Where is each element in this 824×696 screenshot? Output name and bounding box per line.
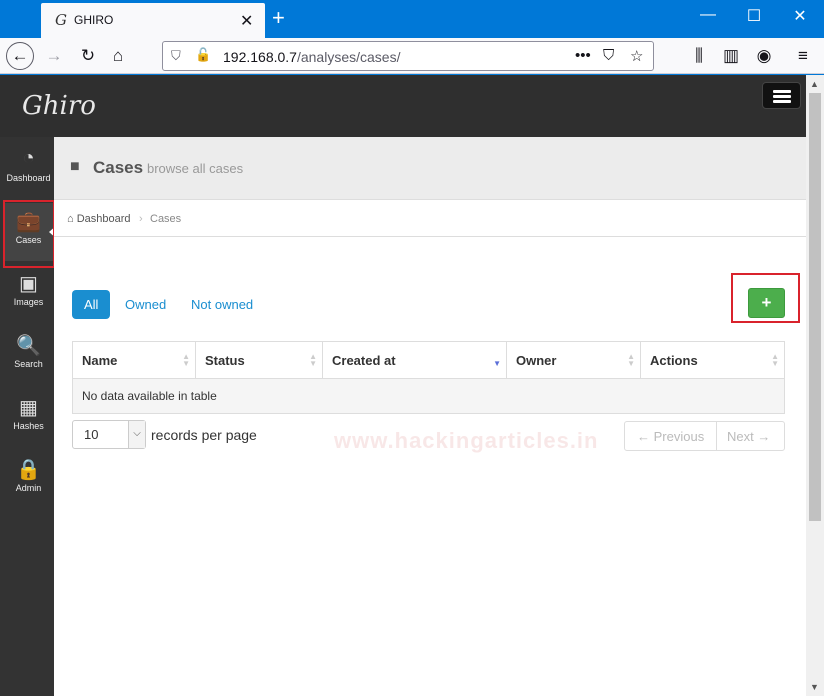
tab-close-icon[interactable]: ✕ (240, 11, 253, 31)
hamburger-line (773, 95, 791, 98)
page-subtitle: browse all cases (147, 161, 244, 176)
sort-icon: ▲ ▼ (309, 352, 317, 368)
reload-icon[interactable]: ↻ (74, 42, 102, 70)
browser-navbar: ← → ↻ ⌂ ⛉ 🔓 192.168.0.7/analyses/cases/ … (0, 38, 824, 74)
breadcrumb-home-label: Dashboard (76, 213, 131, 225)
highlight-box-cases (3, 200, 55, 268)
page-scrollbar[interactable]: ▲ ▼ (806, 75, 824, 696)
window-close-icon[interactable]: ✕ (785, 6, 815, 26)
sidebar-item-admin[interactable]: 🔒 Admin (4, 451, 53, 509)
sidebar-item-label: Hashes (13, 421, 44, 431)
records-per-page-value: 10 (84, 427, 99, 442)
bookmark-star-icon[interactable]: ☆ (630, 47, 643, 65)
page-title: Cases (93, 158, 144, 177)
hamburger-line (773, 100, 791, 103)
url-text[interactable]: 192.168.0.7/analyses/cases/ (223, 49, 400, 65)
next-page-button[interactable]: Next → (727, 429, 770, 444)
new-tab-icon[interactable]: + (272, 5, 285, 31)
column-header-label: Owner (516, 352, 557, 368)
column-header-label: Name (82, 352, 118, 368)
column-header-label: Status (205, 352, 245, 368)
tracking-shield-icon[interactable]: ⛉ (171, 48, 181, 64)
pocket-icon[interactable]: ⛉ (603, 47, 614, 64)
table-header-row: Name ▲ ▼ Status ▲ ▼ Created at ▼ Owner ▲ ▼ Act… (72, 341, 785, 379)
sort-icon: ▲ ▼ (182, 352, 190, 368)
lock-icon: 🔒 (16, 459, 41, 481)
breadcrumb: ⌂ Dashboard › Cases (54, 201, 806, 237)
menu-icon[interactable]: ≡ (789, 42, 817, 70)
main-content: ■ Cases browse all cases ⌂ Dashboard › C… (54, 137, 806, 696)
ghiro-logo[interactable]: Ghiro (22, 91, 96, 121)
scroll-up-icon[interactable]: ▲ (810, 79, 819, 89)
column-header-label: Created at (332, 352, 396, 368)
column-header-actions[interactable]: Actions ▲ ▼ (640, 341, 785, 379)
sidebar-item-label: Images (13, 297, 44, 307)
insecure-lock-icon[interactable]: 🔓 (195, 47, 211, 63)
url-bar[interactable]: ⛉ 🔓 192.168.0.7/analyses/cases/ ••• ⛉ ☆ (162, 41, 654, 71)
page-actions-icon[interactable]: ••• (575, 47, 591, 64)
browser-titlebar: G GHIRO ✕ + — ☐ ✕ (0, 0, 824, 38)
pagination: ← Previous Next → (624, 421, 785, 451)
sidebar-toggle-icon[interactable]: ▥ (717, 42, 745, 70)
url-host: 192.168.0.7 (223, 49, 297, 65)
breadcrumb-current: Cases (150, 213, 182, 225)
table-row: No data available in table (72, 378, 785, 414)
filter-all[interactable]: All (72, 290, 111, 319)
highlight-box-add (731, 273, 800, 323)
forward-icon[interactable]: → (40, 42, 68, 70)
home-icon: ⌂ (67, 213, 77, 225)
sidebar-item-hashes[interactable]: ▦ Hashes (4, 389, 53, 447)
sidebar-item-images[interactable]: ▣ Images (4, 265, 53, 323)
filter-not-owned[interactable]: Not owned (179, 290, 265, 319)
scrollbar-thumb[interactable] (809, 93, 821, 521)
web-page: Ghiro ◔ Dashboard 💼 Cases ▣ Images 🔍 Sea… (0, 75, 806, 696)
sidebar-item-label: Dashboard (6, 173, 51, 183)
sidebar-item-dashboard[interactable]: ◔ Dashboard (4, 141, 53, 199)
breadcrumb-home[interactable]: ⌂ Dashboard (67, 213, 131, 225)
account-icon[interactable]: ◉ (750, 42, 778, 70)
scroll-down-icon[interactable]: ▼ (810, 682, 819, 692)
pagination-divider (716, 422, 717, 450)
ghiro-favicon-icon: G (55, 11, 67, 29)
watermark: www.hackingarticles.in (334, 428, 599, 453)
table-icon: ▦ (19, 397, 38, 419)
breadcrumb-separator: › (139, 213, 143, 225)
url-path: /analyses/cases/ (296, 49, 401, 65)
sidebar-item-label: Search (14, 359, 43, 369)
dashboard-icon: ◔ (22, 147, 35, 169)
records-per-page-select[interactable]: 10 ⌵ (72, 420, 146, 449)
sort-icon: ▲ ▼ (627, 352, 635, 368)
hamburger-menu-button[interactable] (762, 82, 801, 109)
back-icon[interactable]: ← (6, 42, 34, 70)
picture-icon: ▣ (19, 273, 38, 295)
sidebar-item-search[interactable]: 🔍 Search (4, 327, 53, 385)
sidebar-item-label: Admin (15, 483, 42, 493)
chevron-down-icon: ⌵ (128, 421, 145, 448)
briefcase-icon: ■ (70, 158, 80, 175)
column-header-owner[interactable]: Owner ▲ ▼ (506, 341, 641, 379)
column-header-status[interactable]: Status ▲ ▼ (195, 341, 323, 379)
home-icon[interactable]: ⌂ (104, 42, 132, 70)
minimize-icon[interactable]: — (693, 6, 723, 24)
maximize-icon[interactable]: ☐ (739, 6, 769, 26)
column-header-name[interactable]: Name ▲ ▼ (72, 341, 196, 379)
column-header-label: Actions (650, 352, 698, 368)
sort-icon: ▲ ▼ (771, 352, 779, 368)
empty-table-message: No data available in table (72, 378, 785, 414)
search-icon: 🔍 (16, 335, 41, 357)
previous-page-button[interactable]: ← Previous (637, 429, 704, 444)
library-icon[interactable]: ⫼ (685, 42, 713, 70)
hamburger-line (773, 90, 791, 93)
sort-desc-icon: ▼ (493, 359, 501, 368)
app-topbar: Ghiro (0, 75, 806, 137)
column-header-created-at[interactable]: Created at ▼ (322, 341, 507, 379)
sidebar: ◔ Dashboard 💼 Cases ▣ Images 🔍 Search ▦ … (0, 137, 57, 696)
page-header: ■ Cases browse all cases (54, 137, 806, 200)
browser-tab[interactable]: G GHIRO ✕ (41, 3, 265, 38)
records-per-page-label: records per page (151, 427, 257, 443)
cases-table: Name ▲ ▼ Status ▲ ▼ Created at ▼ Owner ▲ ▼ Act… (72, 341, 785, 414)
tab-title: GHIRO (74, 13, 114, 27)
filter-owned[interactable]: Owned (113, 290, 178, 319)
